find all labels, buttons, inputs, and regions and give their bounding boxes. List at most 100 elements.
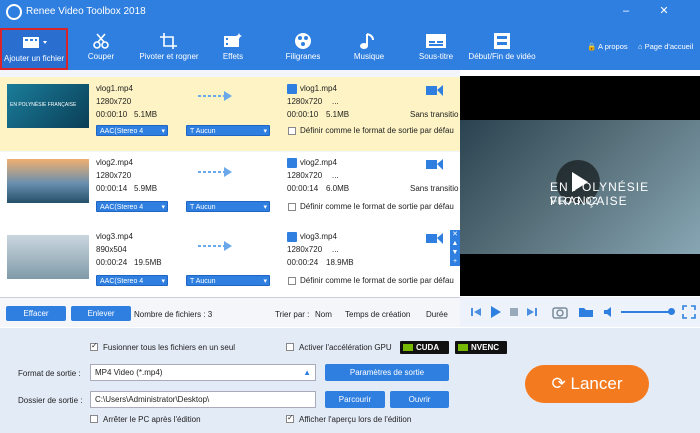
chevron-down-icon: ▾: [161, 128, 165, 135]
next-frame-icon[interactable]: [526, 306, 538, 318]
file-count: Nombre de fichiers : 3: [134, 310, 213, 319]
effects-label: Effets: [222, 52, 244, 61]
transition-label: Sans transitio: [410, 110, 459, 119]
music-note-icon: [360, 33, 374, 49]
add-row-icon[interactable]: +: [450, 257, 460, 266]
close-button[interactable]: ✕: [657, 4, 671, 18]
about-label: A propos: [598, 42, 628, 51]
home-label: Page d'accueil: [644, 42, 694, 51]
output-duration: 00:00:24: [287, 258, 319, 267]
default-format-label: Définir comme le format de sortie par dé…: [300, 126, 454, 135]
output-resolution-more: ...: [332, 245, 339, 254]
default-format-checkbox[interactable]: [288, 127, 296, 135]
start-button[interactable]: ⟳ Lancer: [525, 365, 649, 403]
video-thumbnail: [7, 159, 89, 203]
shutdown-checkbox[interactable]: [90, 415, 98, 423]
default-format-checkbox[interactable]: [288, 203, 296, 211]
subtitle-value: Aucun: [195, 128, 216, 135]
volume-slider[interactable]: [621, 311, 671, 313]
subtitle-button[interactable]: Sous-titre: [410, 28, 462, 70]
edit-output-name-icon[interactable]: [287, 158, 297, 168]
file-resolution: 1280x720: [96, 171, 132, 180]
gpu-checkbox[interactable]: [286, 343, 294, 351]
cut-button[interactable]: Couper: [76, 28, 126, 70]
snapshot-icon[interactable]: [552, 305, 570, 319]
transition-icon[interactable]: [426, 231, 446, 245]
output-folder-input[interactable]: C:\Users\Administrator\Desktop\: [90, 391, 316, 408]
remove-row-icon[interactable]: ✕: [450, 230, 460, 239]
fullscreen-icon[interactable]: [682, 305, 696, 319]
about-link[interactable]: 🔒 A propos: [587, 42, 628, 51]
remove-button[interactable]: Enlever: [71, 306, 131, 321]
file-name: vlog3.mp4: [96, 232, 133, 241]
start-label: Lancer: [570, 374, 623, 393]
output-params-button[interactable]: Paramètres de sortie: [325, 364, 449, 381]
video-preview[interactable]: EN POLYNÉSIE FRANÇAISE VLOG 02: [460, 76, 700, 296]
start-end-button[interactable]: Début/Fin de vidéo: [466, 28, 538, 70]
sort-name-option[interactable]: Nom: [315, 310, 332, 319]
file-name: vlog1.mp4: [96, 84, 133, 93]
volume-slider-handle[interactable]: [668, 308, 675, 315]
app-logo-icon: [6, 4, 22, 20]
subtitle-select[interactable]: T Aucun ▾: [186, 201, 270, 212]
transition-icon[interactable]: [426, 157, 446, 171]
start-end-icon: [494, 33, 510, 49]
transition-icon[interactable]: [426, 83, 446, 97]
merge-checkbox[interactable]: [90, 341, 98, 351]
output-folder-label: Dossier de sortie :: [18, 396, 83, 405]
output-resolution: 1280x720: [287, 171, 323, 180]
open-folder-button[interactable]: Ouvrir: [390, 391, 449, 408]
edit-output-name-icon[interactable]: [287, 84, 297, 94]
show-preview-checkbox[interactable]: [286, 413, 294, 423]
audio-track-value: AAC(Stereo 4: [100, 278, 144, 285]
sort-time-option[interactable]: Temps de création: [345, 310, 410, 319]
add-file-label: Ajouter un fichier: [3, 54, 65, 63]
move-up-icon[interactable]: ▲: [450, 239, 460, 248]
chevron-down-icon: ▾: [263, 204, 267, 211]
file-size: 5.9MB: [134, 184, 158, 193]
convert-arrow-icon: [198, 91, 232, 101]
clear-button[interactable]: Effacer: [6, 306, 66, 321]
output-duration: 00:00:10: [287, 110, 319, 119]
add-file-button[interactable]: Ajouter un fichier: [0, 28, 68, 70]
audio-track-select[interactable]: AAC(Stereo 4 ▾: [96, 125, 168, 136]
watermark-button[interactable]: Filigranes: [276, 28, 330, 70]
subtitle-select[interactable]: T Aucun ▾: [186, 125, 270, 136]
subtitle-select[interactable]: T Aucun ▾: [186, 275, 270, 286]
show-preview-label: Afficher l'aperçu lors de l'édition: [299, 415, 412, 424]
file-name: vlog2.mp4: [96, 158, 133, 167]
folder-icon[interactable]: [578, 306, 594, 318]
effects-button[interactable]: Effets: [210, 28, 256, 70]
output-format-select[interactable]: MP4 Video (*.mp4) ▲: [90, 364, 316, 381]
subtitle-value: Aucun: [195, 278, 216, 285]
output-resolution-more: ...: [332, 171, 339, 180]
browse-button[interactable]: Parcourir: [325, 391, 385, 408]
previous-frame-icon[interactable]: [470, 306, 482, 318]
watermark-icon: [295, 33, 311, 49]
output-size: 5.1MB: [326, 110, 350, 119]
output-resolution: 1280x720: [287, 245, 323, 254]
nvenc-badge: NVENC: [455, 341, 507, 354]
minimize-button[interactable]: –: [619, 4, 633, 18]
edit-output-name-icon[interactable]: [287, 232, 297, 242]
chevron-down-icon: ▾: [161, 204, 165, 211]
sort-duration-option[interactable]: Durée: [426, 310, 448, 319]
play-icon[interactable]: [488, 305, 502, 319]
audio-track-select[interactable]: AAC(Stereo 4 ▾: [96, 275, 168, 286]
default-format-checkbox[interactable]: [288, 277, 296, 285]
output-resolution: 1280x720: [287, 97, 323, 106]
chevron-down-icon: ▾: [263, 278, 267, 285]
gpu-label: Activer l'accélération GPU: [299, 343, 392, 352]
audio-track-select[interactable]: AAC(Stereo 4 ▾: [96, 201, 168, 212]
rotate-crop-button[interactable]: Pivoter et rogner: [134, 28, 204, 70]
music-button[interactable]: Musique: [346, 28, 392, 70]
start-end-label: Début/Fin de vidéo: [468, 52, 536, 61]
volume-icon[interactable]: [603, 306, 615, 318]
output-size: 18.9MB: [326, 258, 354, 267]
home-link[interactable]: ⌂ Page d'accueil: [638, 42, 693, 51]
move-down-icon[interactable]: ▼: [450, 248, 460, 257]
output-duration: 00:00:14: [287, 184, 319, 193]
stop-icon[interactable]: [508, 306, 520, 318]
default-format-label: Définir comme le format de sortie par dé…: [300, 276, 454, 285]
file-resolution: 890x504: [96, 245, 127, 254]
